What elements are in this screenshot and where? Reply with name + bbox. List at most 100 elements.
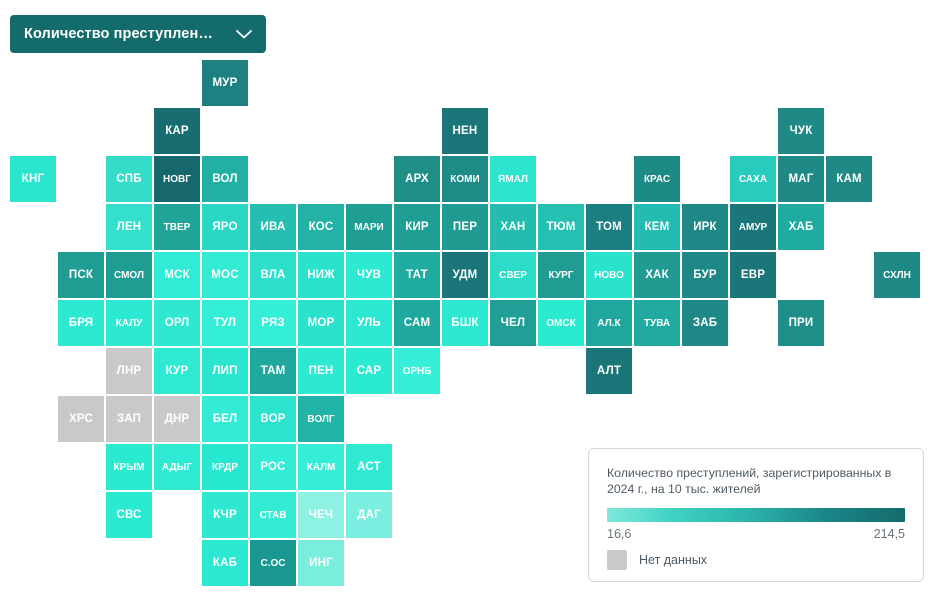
region-tile[interactable]: ЕВР: [730, 252, 776, 298]
region-tile[interactable]: ВОЛГ: [298, 396, 344, 442]
region-tile[interactable]: ДНР: [154, 396, 200, 442]
region-tile[interactable]: НИЖ: [298, 252, 344, 298]
region-tile[interactable]: КРДР: [202, 444, 248, 490]
region-tile[interactable]: ЗАБ: [682, 300, 728, 346]
region-tile[interactable]: ВОЛ: [202, 156, 248, 202]
region-tile[interactable]: С.ОС: [250, 540, 296, 586]
region-tile[interactable]: СВЕР: [490, 252, 536, 298]
region-tile[interactable]: ПСК: [58, 252, 104, 298]
region-tile-label: СПБ: [116, 173, 142, 185]
region-tile[interactable]: МУР: [202, 60, 248, 106]
region-tile-label: АЛТ: [596, 365, 622, 377]
region-tile[interactable]: КИР: [394, 204, 440, 250]
region-tile[interactable]: ЧУВ: [346, 252, 392, 298]
region-tile[interactable]: ПЕН: [298, 348, 344, 394]
region-tile[interactable]: ЯРО: [202, 204, 248, 250]
region-tile[interactable]: ПРИ: [778, 300, 824, 346]
region-tile-label: НЕН: [452, 125, 478, 137]
region-tile[interactable]: КРАС: [634, 156, 680, 202]
region-tile[interactable]: ЛЕН: [106, 204, 152, 250]
region-tile[interactable]: САХА: [730, 156, 776, 202]
region-tile[interactable]: ЯМАЛ: [490, 156, 536, 202]
region-tile[interactable]: СМОЛ: [106, 252, 152, 298]
region-tile[interactable]: ТАМ: [250, 348, 296, 394]
region-tile[interactable]: БШК: [442, 300, 488, 346]
region-tile[interactable]: ВОР: [250, 396, 296, 442]
region-tile[interactable]: ПЕР: [442, 204, 488, 250]
region-tile[interactable]: УЛЬ: [346, 300, 392, 346]
region-tile[interactable]: ТВЕР: [154, 204, 200, 250]
region-tile[interactable]: ИНГ: [298, 540, 344, 586]
region-tile[interactable]: САМ: [394, 300, 440, 346]
region-tile[interactable]: НОВГ: [154, 156, 200, 202]
region-tile[interactable]: КАБ: [202, 540, 248, 586]
region-tile[interactable]: УДМ: [442, 252, 488, 298]
region-tile[interactable]: БУР: [682, 252, 728, 298]
region-tile[interactable]: ТУВА: [634, 300, 680, 346]
region-tile[interactable]: ТУЛ: [202, 300, 248, 346]
region-tile[interactable]: ЗАП: [106, 396, 152, 442]
region-tile[interactable]: ЧЕЧ: [298, 492, 344, 538]
region-tile[interactable]: КАЛМ: [298, 444, 344, 490]
region-tile[interactable]: БЕЛ: [202, 396, 248, 442]
region-tile[interactable]: ХАБ: [778, 204, 824, 250]
region-tile[interactable]: СТАВ: [250, 492, 296, 538]
region-tile[interactable]: МАГ: [778, 156, 824, 202]
region-tile[interactable]: ХРС: [58, 396, 104, 442]
region-tile[interactable]: КЧР: [202, 492, 248, 538]
region-tile[interactable]: БРЯ: [58, 300, 104, 346]
region-tile[interactable]: КУР: [154, 348, 200, 394]
region-tile[interactable]: ОРНБ: [394, 348, 440, 394]
region-tile[interactable]: ЛНР: [106, 348, 152, 394]
region-tile[interactable]: КАЛУ: [106, 300, 152, 346]
region-tile[interactable]: РЯЗ: [250, 300, 296, 346]
region-tile[interactable]: ИВА: [250, 204, 296, 250]
region-tile[interactable]: ХАН: [490, 204, 536, 250]
region-tile[interactable]: ЧЕЛ: [490, 300, 536, 346]
region-tile[interactable]: МАРИ: [346, 204, 392, 250]
region-tile-label: ЕВР: [740, 269, 766, 281]
region-tile[interactable]: АЛТ: [586, 348, 632, 394]
legend-nodata-row: Нет данных: [607, 550, 905, 570]
region-tile[interactable]: АЛ.К: [586, 300, 632, 346]
region-tile[interactable]: ДАГ: [346, 492, 392, 538]
region-tile[interactable]: АДЫГ: [154, 444, 200, 490]
region-tile[interactable]: КОМИ: [442, 156, 488, 202]
region-tile[interactable]: АМУР: [730, 204, 776, 250]
region-tile[interactable]: НЕН: [442, 108, 488, 154]
region-tile[interactable]: КАР: [154, 108, 200, 154]
region-tile[interactable]: КАМ: [826, 156, 872, 202]
region-tile[interactable]: КОС: [298, 204, 344, 250]
region-tile[interactable]: МСК: [154, 252, 200, 298]
region-tile[interactable]: ТОМ: [586, 204, 632, 250]
region-tile-label: УЛЬ: [357, 317, 381, 329]
region-tile[interactable]: ВЛА: [250, 252, 296, 298]
region-tile[interactable]: ОМСК: [538, 300, 584, 346]
region-tile[interactable]: КЕМ: [634, 204, 680, 250]
region-tile[interactable]: АРХ: [394, 156, 440, 202]
region-tile[interactable]: МОР: [298, 300, 344, 346]
region-tile[interactable]: ИРК: [682, 204, 728, 250]
region-tile-label: САХА: [738, 173, 768, 185]
region-tile[interactable]: САР: [346, 348, 392, 394]
region-tile-label: УДМ: [452, 269, 478, 281]
region-tile[interactable]: СВС: [106, 492, 152, 538]
region-tile[interactable]: ТАТ: [394, 252, 440, 298]
region-tile[interactable]: СХЛН: [874, 252, 920, 298]
region-tile[interactable]: МОС: [202, 252, 248, 298]
region-tile[interactable]: СПБ: [106, 156, 152, 202]
region-tile[interactable]: ТЮМ: [538, 204, 584, 250]
region-tile[interactable]: КРЫМ: [106, 444, 152, 490]
region-tile[interactable]: ХАК: [634, 252, 680, 298]
region-tile-label: ЧЕЛ: [500, 317, 526, 329]
region-tile[interactable]: АСТ: [346, 444, 392, 490]
region-tile[interactable]: ОРЛ: [154, 300, 200, 346]
region-tile[interactable]: РОС: [250, 444, 296, 490]
region-tile[interactable]: ЛИП: [202, 348, 248, 394]
region-tile[interactable]: КНГ: [10, 156, 56, 202]
region-tile-label: ТУЛ: [213, 317, 237, 329]
region-tile[interactable]: КУРГ: [538, 252, 584, 298]
indicator-selector-dropdown[interactable]: Количество преступлений, за...: [10, 15, 266, 53]
region-tile[interactable]: НОВО: [586, 252, 632, 298]
region-tile[interactable]: ЧУК: [778, 108, 824, 154]
